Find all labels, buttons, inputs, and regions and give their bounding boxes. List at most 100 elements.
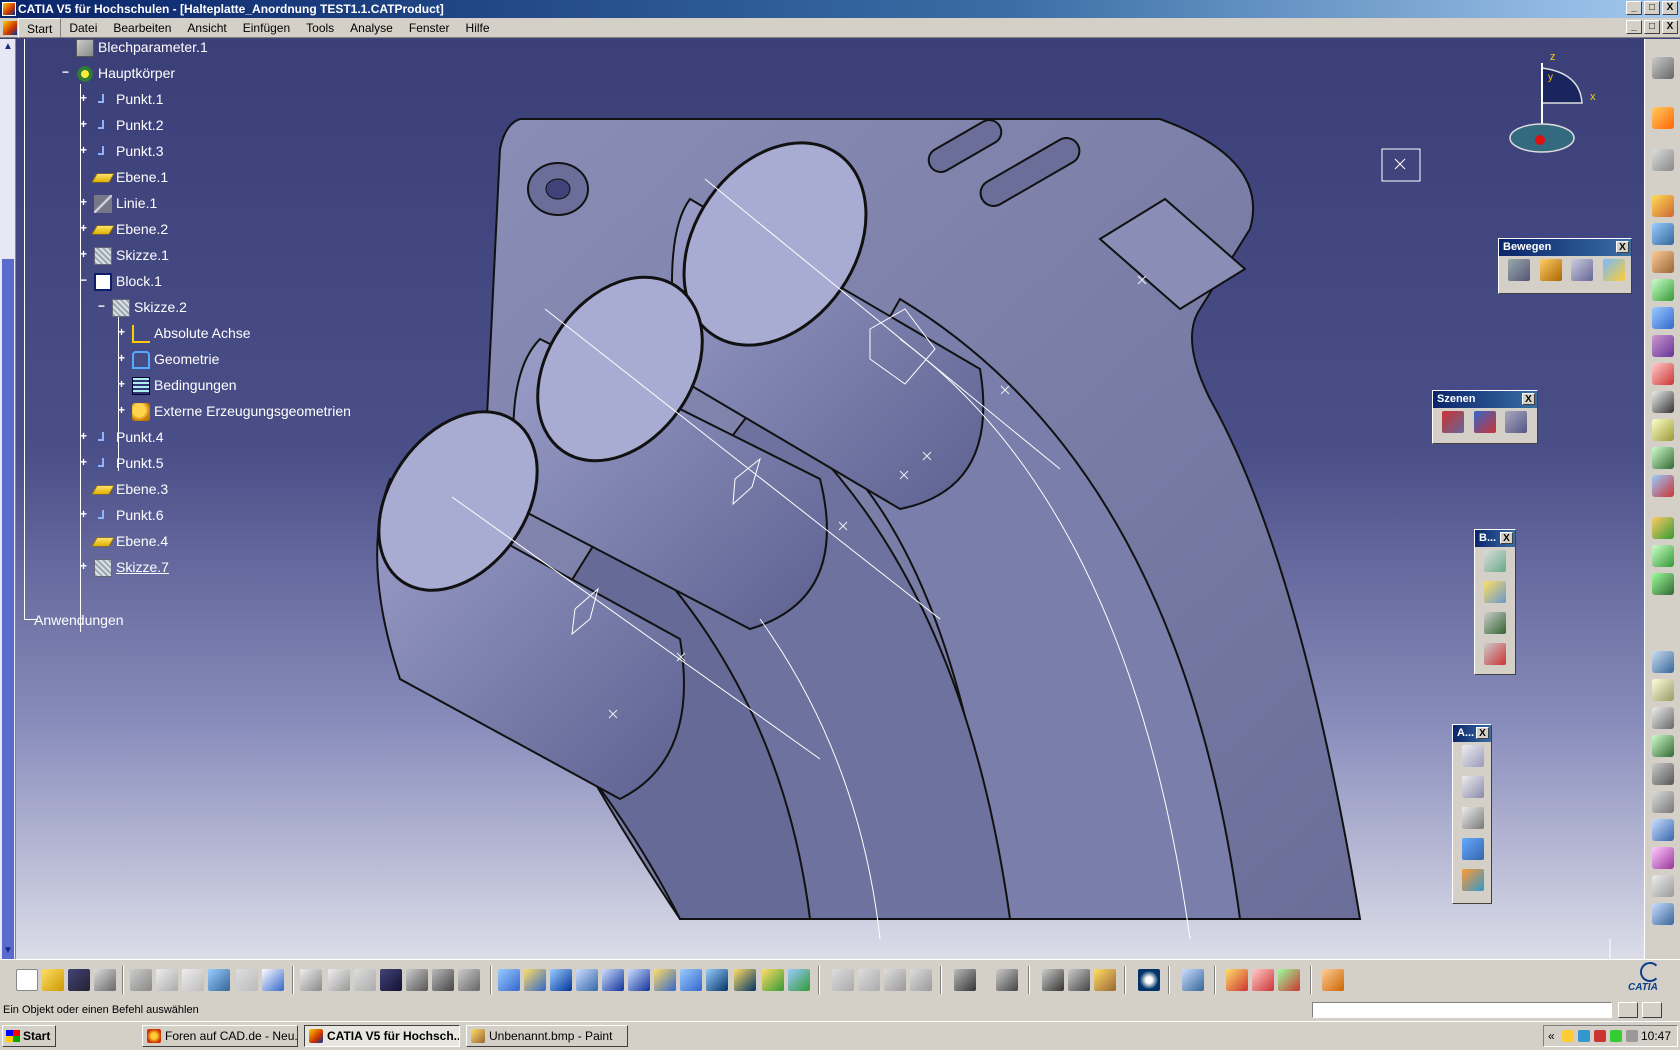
offset-icon[interactable]: [1652, 279, 1674, 301]
scroll-thumb[interactable]: [2, 259, 14, 959]
maximize-button[interactable]: □: [1644, 1, 1660, 15]
tree-node-anwendungen[interactable]: Anwendungen: [34, 609, 124, 631]
close-icon[interactable]: X: [1476, 727, 1489, 739]
assembly-feature-icon[interactable]: [1652, 545, 1674, 567]
tree-node-punkt-3[interactable]: + Punkt.3: [80, 140, 164, 162]
doc-minimize-button[interactable]: _: [1626, 20, 1642, 34]
tree-node-punkt-6[interactable]: + Punkt.6: [80, 504, 164, 526]
zoom-out-icon[interactable]: [628, 969, 650, 991]
expand-toggle-icon[interactable]: +: [78, 248, 89, 260]
flexible-icon[interactable]: [1652, 419, 1674, 441]
minimize-button[interactable]: _: [1626, 1, 1642, 15]
expand-toggle-icon[interactable]: +: [78, 92, 89, 104]
new-component-icon[interactable]: [1484, 581, 1506, 603]
compass-widget[interactable]: z x y: [1500, 48, 1610, 158]
colors-icon[interactable]: [1278, 969, 1300, 991]
toolbar-szenen[interactable]: Szenen X: [1432, 390, 1538, 444]
undo-icon[interactable]: [208, 969, 230, 991]
toolbar-a[interactable]: A... X: [1452, 724, 1492, 904]
status-button-2[interactable]: [1642, 1002, 1662, 1018]
measure-between-icon[interactable]: [1042, 969, 1064, 991]
constraint-icon[interactable]: [1652, 195, 1674, 217]
weld-feature-icon[interactable]: [1462, 745, 1484, 767]
update-icon[interactable]: [1652, 517, 1674, 539]
close-icon[interactable]: X: [1616, 241, 1629, 253]
start-button[interactable]: Start: [2, 1025, 56, 1047]
tree-node-punkt-4[interactable]: + Punkt.4: [80, 426, 164, 448]
mass-icon[interactable]: [1094, 969, 1116, 991]
expand-toggle-icon[interactable]: +: [116, 404, 127, 416]
fly-mode-icon[interactable]: [498, 969, 520, 991]
view-annotation-icon[interactable]: [1462, 838, 1484, 860]
whats-this-icon[interactable]: [262, 969, 284, 991]
tree-node-block-1[interactable]: − Block.1: [80, 270, 162, 292]
expand-toggle-icon[interactable]: +: [78, 508, 89, 520]
sectioning-icon[interactable]: [1652, 735, 1674, 757]
menu-datei[interactable]: Datei: [61, 18, 105, 38]
quick-constraint-icon[interactable]: [1652, 391, 1674, 413]
select-arrow-icon[interactable]: [1652, 107, 1674, 129]
menu-start[interactable]: Start: [18, 18, 62, 38]
fix-together-icon[interactable]: [1652, 363, 1674, 385]
contact-icon[interactable]: [1652, 251, 1674, 273]
menu-hilfe[interactable]: Hilfe: [458, 18, 498, 38]
menu-fenster[interactable]: Fenster: [401, 18, 458, 38]
multi-view-icon[interactable]: [680, 969, 702, 991]
measure-item-icon[interactable]: [1652, 679, 1674, 701]
stop-manipulate-icon[interactable]: [1602, 259, 1625, 281]
enhanced-scene-icon[interactable]: [1473, 411, 1496, 433]
print-icon[interactable]: [94, 969, 116, 991]
fit-all-icon[interactable]: [524, 969, 546, 991]
close-icon[interactable]: X: [1522, 393, 1535, 405]
tree-structure-icon[interactable]: [406, 969, 428, 991]
command-input[interactable]: [1312, 1002, 1612, 1018]
task-firefox[interactable]: Foren auf CAD.de - Neu...: [142, 1025, 298, 1047]
lock-icon[interactable]: [432, 969, 454, 991]
toolbar-b[interactable]: B... X: [1474, 529, 1516, 675]
text-annotation-icon[interactable]: [1462, 776, 1484, 798]
tree-node-geometrie[interactable]: + Geometrie: [118, 348, 219, 370]
existing-component-icon[interactable]: [1484, 550, 1506, 572]
open-icon[interactable]: [42, 969, 64, 991]
expand-toggle-icon[interactable]: +: [78, 222, 89, 234]
knowledge-icon[interactable]: [354, 969, 376, 991]
coincidence-icon[interactable]: [1652, 223, 1674, 245]
reuse-pattern-icon[interactable]: [1652, 475, 1674, 497]
catalog-icon[interactable]: [1652, 819, 1674, 841]
eraser-icon[interactable]: [1182, 969, 1204, 991]
toolbar-b-header[interactable]: B... X: [1475, 530, 1515, 547]
tree-node-hauptkoerper[interactable]: − Hauptkörper: [62, 62, 175, 84]
tree-node-bedingungen[interactable]: + Bedingungen: [118, 374, 237, 396]
expand-toggle-icon[interactable]: +: [78, 430, 89, 442]
tree-node-skizze-7[interactable]: + Skizze.7: [80, 556, 169, 578]
forward-icon[interactable]: [858, 969, 880, 991]
doc-restore-button[interactable]: □: [1644, 20, 1660, 34]
tree-node-absolute-achse[interactable]: + Absolute Achse: [118, 322, 251, 344]
scroll-down-arrow-icon[interactable]: ▼: [2, 945, 14, 957]
paperclip-icon[interactable]: [1652, 791, 1674, 813]
apply-material-icon[interactable]: [1226, 969, 1248, 991]
tree-node-punkt-2[interactable]: + Punkt.2: [80, 114, 164, 136]
collapse-toggle-icon[interactable]: −: [78, 274, 89, 286]
menu-tools[interactable]: Tools: [298, 18, 342, 38]
expand-toggle-icon[interactable]: +: [78, 560, 89, 572]
expand-toggle-icon[interactable]: +: [78, 144, 89, 156]
tray-sun-icon[interactable]: [1562, 1030, 1574, 1042]
toolbar-szenen-header[interactable]: Szenen X: [1433, 391, 1537, 408]
copy-icon[interactable]: [156, 969, 178, 991]
explode-icon[interactable]: [1571, 259, 1594, 281]
tree-node-ebene-3[interactable]: Ebene.3: [91, 478, 168, 500]
annotation-plane-icon[interactable]: [1462, 869, 1484, 891]
close-button[interactable]: X: [1662, 1, 1678, 15]
apply-scene-icon[interactable]: [1505, 411, 1528, 433]
tree-node-skizze-2[interactable]: − Skizze.2: [98, 296, 187, 318]
tray-shield-icon[interactable]: [1594, 1030, 1606, 1042]
pan-icon[interactable]: [550, 969, 572, 991]
tray-volume-icon[interactable]: [1626, 1030, 1638, 1042]
split-icon[interactable]: [1652, 573, 1674, 595]
clash-icon[interactable]: [1652, 707, 1674, 729]
tree-node-linie-1[interactable]: + Linie.1: [80, 192, 157, 214]
save-icon[interactable]: [68, 969, 90, 991]
comment-icon[interactable]: [328, 969, 350, 991]
graph-icon[interactable]: [910, 969, 932, 991]
